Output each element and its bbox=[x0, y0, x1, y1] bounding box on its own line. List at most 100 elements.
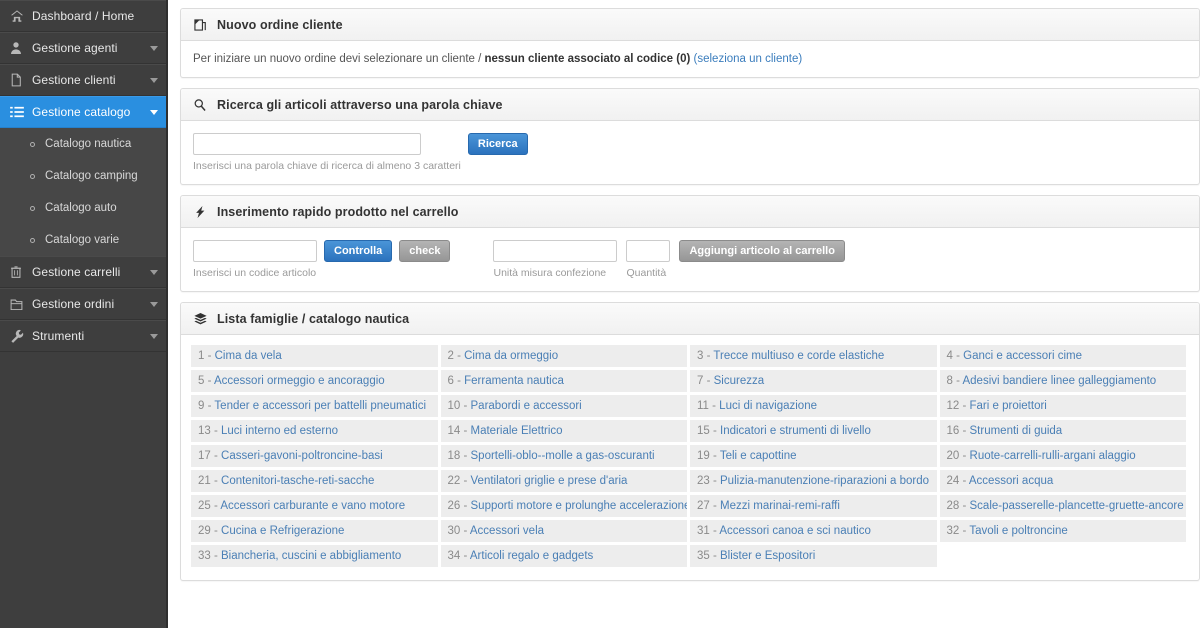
order-lead-bold: nessun cliente associato al codice (0) bbox=[484, 53, 691, 65]
sidebar-subitem-catalogo-camping[interactable]: Catalogo camping bbox=[0, 160, 168, 192]
family-link[interactable]: Teli e capottine bbox=[720, 450, 797, 462]
family-link[interactable]: Pulizia-manutenzione-riparazioni a bordo bbox=[720, 475, 929, 487]
family-cell[interactable]: 5 - Accessori ormeggio e ancoraggio bbox=[191, 370, 441, 395]
family-cell[interactable]: 2 - Cima da ormeggio bbox=[440, 345, 690, 370]
family-link[interactable]: Accessori carburante e vano motore bbox=[220, 500, 405, 512]
quantity-input[interactable] bbox=[626, 240, 671, 262]
family-link[interactable]: Accessori vela bbox=[470, 525, 544, 537]
sidebar-item-carrelli[interactable]: Gestione carrelli bbox=[0, 256, 168, 288]
search-button[interactable]: Ricerca bbox=[467, 133, 528, 155]
family-cell[interactable]: 11 - Luci di navigazione bbox=[690, 395, 940, 420]
family-link[interactable]: Luci interno ed esterno bbox=[221, 425, 338, 437]
family-cell[interactable]: 6 - Ferramenta nautica bbox=[440, 370, 690, 395]
family-cell[interactable]: 35 - Blister e Espositori bbox=[690, 545, 940, 570]
family-link[interactable]: Accessori canoa e sci nautico bbox=[719, 525, 871, 537]
family-link[interactable]: Adesivi bandiere linee galleggiamento bbox=[962, 375, 1156, 387]
family-link[interactable]: Sportelli-oblo--molle a gas-oscuranti bbox=[471, 450, 655, 462]
family-link[interactable]: Strumenti di guida bbox=[970, 425, 1063, 437]
family-cell[interactable]: 13 - Luci interno ed esterno bbox=[191, 420, 441, 445]
unit-of-measure-input[interactable] bbox=[493, 240, 618, 262]
family-cell[interactable]: 22 - Ventilatori griglie e prese d'aria bbox=[440, 470, 690, 495]
family-cell[interactable]: 27 - Mezzi marinai-remi-raffi bbox=[690, 495, 940, 520]
article-code-input[interactable] bbox=[193, 240, 317, 262]
search-input[interactable] bbox=[193, 133, 421, 155]
family-cell[interactable]: 29 - Cucina e Refrigerazione bbox=[191, 520, 441, 545]
family-link[interactable]: Cima da ormeggio bbox=[464, 350, 558, 362]
family-link[interactable]: Parabordi e accessori bbox=[471, 400, 582, 412]
family-cell[interactable]: 24 - Accessori acqua bbox=[939, 470, 1189, 495]
check-secondary-button[interactable]: check bbox=[399, 240, 451, 262]
family-link[interactable]: Tavoli e poltroncine bbox=[969, 525, 1067, 537]
family-link[interactable]: Ganci e accessori cime bbox=[963, 350, 1082, 362]
add-to-cart-button[interactable]: Aggiungi articolo al carrello bbox=[679, 240, 845, 262]
sidebar-item-catalogo[interactable]: Gestione catalogo bbox=[0, 96, 168, 128]
family-link[interactable]: Accessori ormeggio e ancoraggio bbox=[214, 375, 385, 387]
family-cell[interactable]: 25 - Accessori carburante e vano motore bbox=[191, 495, 441, 520]
family-link[interactable]: Articoli regalo e gadgets bbox=[470, 550, 593, 562]
sidebar-subitem-catalogo-auto[interactable]: Catalogo auto bbox=[0, 192, 168, 224]
family-cell[interactable]: 31 - Accessori canoa e sci nautico bbox=[690, 520, 940, 545]
family-cell[interactable]: 14 - Materiale Elettrico bbox=[440, 420, 690, 445]
family-link[interactable]: Indicatori e strumenti di livello bbox=[720, 425, 871, 437]
family-link[interactable]: Casseri-gavoni-poltroncine-basi bbox=[221, 450, 383, 462]
family-cell[interactable]: 18 - Sportelli-oblo--molle a gas-oscuran… bbox=[440, 445, 690, 470]
family-link[interactable]: Supporti motore e prolunghe accelerazion… bbox=[471, 500, 687, 512]
family-link[interactable]: Cima da vela bbox=[215, 350, 282, 362]
family-cell[interactable]: 28 - Scale-passerelle-plancette-gruette-… bbox=[939, 495, 1189, 520]
family-cell[interactable]: 30 - Accessori vela bbox=[440, 520, 690, 545]
chevron-down-icon bbox=[150, 45, 158, 51]
family-link[interactable]: Blister e Espositori bbox=[720, 550, 815, 562]
sidebar-subitem-catalogo-varie[interactable]: Catalogo varie bbox=[0, 224, 168, 256]
family-cell[interactable]: 7 - Sicurezza bbox=[690, 370, 940, 395]
select-client-link[interactable]: (seleziona un cliente) bbox=[694, 53, 803, 65]
sidebar-item-agenti[interactable]: Gestione agenti bbox=[0, 32, 168, 64]
chevron-down-icon bbox=[150, 301, 158, 307]
family-link[interactable]: Ventilatori griglie e prese d'aria bbox=[471, 475, 628, 487]
family-number: 19 - bbox=[697, 450, 720, 462]
family-cell[interactable]: 21 - Contenitori-tasche-reti-sacche bbox=[191, 470, 441, 495]
family-link[interactable]: Ferramenta nautica bbox=[464, 375, 564, 387]
family-cell[interactable]: 33 - Biancheria, cuscini e abbigliamento bbox=[191, 545, 441, 570]
sidebar-item-clienti[interactable]: Gestione clienti bbox=[0, 64, 168, 96]
family-link[interactable]: Cucina e Refrigerazione bbox=[221, 525, 344, 537]
family-cell[interactable]: 34 - Articoli regalo e gadgets bbox=[440, 545, 690, 570]
family-cell[interactable]: 16 - Strumenti di guida bbox=[939, 420, 1189, 445]
quick-insert-panel-header: Inserimento rapido prodotto nel carrello bbox=[181, 196, 1199, 228]
family-link[interactable]: Tender e accessori per battelli pneumati… bbox=[214, 400, 426, 412]
family-link[interactable]: Luci di navigazione bbox=[719, 400, 817, 412]
family-link[interactable]: Trecce multiuso e corde elastiche bbox=[713, 350, 884, 362]
lightning-icon bbox=[193, 205, 213, 219]
family-link[interactable]: Biancheria, cuscini e abbigliamento bbox=[221, 550, 401, 562]
chevron-down-icon bbox=[150, 109, 158, 115]
family-cell[interactable]: 19 - Teli e capottine bbox=[690, 445, 940, 470]
sidebar-item-dashboard[interactable]: Dashboard / Home bbox=[0, 0, 168, 32]
family-link[interactable]: Scale-passerelle-plancette-gruette-ancor… bbox=[970, 500, 1184, 512]
family-cell[interactable]: 8 - Adesivi bandiere linee galleggiament… bbox=[939, 370, 1189, 395]
sidebar-item-ordini[interactable]: Gestione ordini bbox=[0, 288, 168, 320]
sidebar: Dashboard / Home Gestione agenti Gestion… bbox=[0, 0, 168, 628]
family-cell[interactable]: 3 - Trecce multiuso e corde elastiche bbox=[690, 345, 940, 370]
sidebar-item-strumenti[interactable]: Strumenti bbox=[0, 320, 168, 352]
family-link[interactable]: Ruote-carrelli-rulli-argani alaggio bbox=[970, 450, 1136, 462]
sidebar-subitem-catalogo-nautica[interactable]: Catalogo nautica bbox=[0, 128, 168, 160]
family-cell[interactable]: 17 - Casseri-gavoni-poltroncine-basi bbox=[191, 445, 441, 470]
check-button[interactable]: Controlla bbox=[324, 240, 393, 262]
family-cell[interactable]: 9 - Tender e accessori per battelli pneu… bbox=[191, 395, 441, 420]
family-cell[interactable]: 15 - Indicatori e strumenti di livello bbox=[690, 420, 940, 445]
family-cell[interactable]: 1 - Cima da vela bbox=[191, 345, 441, 370]
family-cell[interactable]: 10 - Parabordi e accessori bbox=[440, 395, 690, 420]
family-link[interactable]: Materiale Elettrico bbox=[471, 425, 563, 437]
family-link[interactable]: Sicurezza bbox=[714, 375, 765, 387]
family-link[interactable]: Accessori acqua bbox=[969, 475, 1053, 487]
family-cell[interactable]: 20 - Ruote-carrelli-rulli-argani alaggio bbox=[939, 445, 1189, 470]
family-number: 4 - bbox=[946, 350, 964, 362]
family-cell[interactable]: 23 - Pulizia-manutenzione-riparazioni a … bbox=[690, 470, 940, 495]
family-cell[interactable]: 4 - Ganci e accessori cime bbox=[939, 345, 1189, 370]
sidebar-item-label: Strumenti bbox=[32, 329, 85, 343]
family-link[interactable]: Fari e proiettori bbox=[970, 400, 1047, 412]
family-cell[interactable]: 26 - Supporti motore e prolunghe acceler… bbox=[440, 495, 690, 520]
family-link[interactable]: Contenitori-tasche-reti-sacche bbox=[221, 475, 374, 487]
family-cell[interactable]: 12 - Fari e proiettori bbox=[939, 395, 1189, 420]
family-link[interactable]: Mezzi marinai-remi-raffi bbox=[720, 500, 840, 512]
family-cell[interactable]: 32 - Tavoli e poltroncine bbox=[939, 520, 1189, 545]
